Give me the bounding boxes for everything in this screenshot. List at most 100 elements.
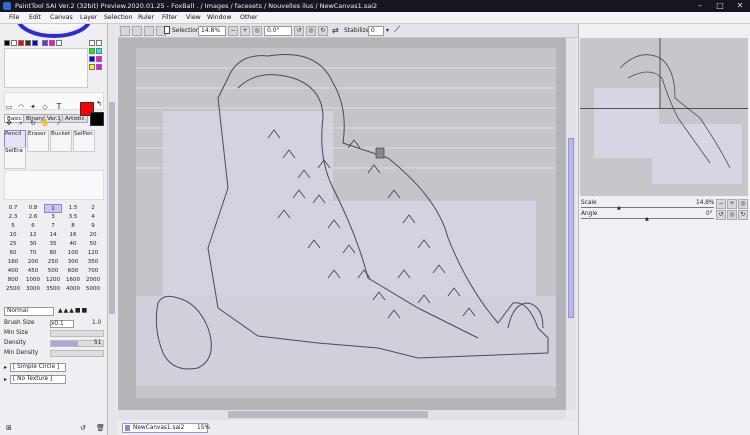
brush-size-option[interactable]: 100 bbox=[64, 249, 82, 258]
brush-size-option[interactable]: 600 bbox=[64, 267, 82, 276]
brush-slot-eraser[interactable]: Eraser bbox=[27, 130, 49, 152]
brush-size-option[interactable]: 200 bbox=[24, 258, 42, 267]
navigator-preview[interactable] bbox=[580, 38, 748, 196]
brush-size-option[interactable]: 4000 bbox=[64, 285, 82, 294]
brush-size-option[interactable]: 2500 bbox=[4, 285, 22, 294]
deselect-button[interactable] bbox=[144, 26, 154, 36]
brush-size-option[interactable]: 700 bbox=[84, 267, 102, 276]
palette-swatch-15[interactable] bbox=[96, 64, 102, 70]
angle-reset-button[interactable]: ◎ bbox=[727, 210, 737, 220]
palette-swatch-14[interactable] bbox=[89, 64, 95, 70]
brush-size-option[interactable]: 25 bbox=[4, 240, 22, 249]
brush-size-option[interactable]: 6 bbox=[24, 222, 42, 231]
reset-icon[interactable]: ↺ bbox=[80, 424, 86, 432]
min-density-slider[interactable] bbox=[50, 350, 104, 357]
brush-size-option[interactable]: 350 bbox=[84, 258, 102, 267]
brush-size-option[interactable]: 0.7 bbox=[4, 204, 22, 213]
menu-ruler[interactable]: Ruler bbox=[138, 14, 154, 21]
canvas-vscroll-thumb[interactable] bbox=[568, 138, 574, 318]
blend-mode-select[interactable]: Normal bbox=[4, 307, 54, 316]
zoom-input[interactable]: 14.8% bbox=[198, 26, 226, 36]
rotate-tool-icon[interactable]: ↻ bbox=[28, 118, 38, 128]
eyedropper-icon[interactable]: ⁄ bbox=[54, 118, 64, 128]
menu-window[interactable]: Window bbox=[207, 14, 231, 21]
brush-texture-select[interactable]: [ No Texture ] bbox=[10, 375, 66, 384]
scale-slider-thumb[interactable]: ▲ bbox=[617, 205, 621, 211]
brush-slot-area[interactable] bbox=[4, 170, 104, 200]
swap-colors-icon[interactable]: ↰ bbox=[96, 100, 102, 108]
angle-input[interactable]: 0.0° bbox=[264, 26, 292, 36]
canvas-vertical-scrollbar[interactable] bbox=[566, 38, 576, 410]
min-size-slider[interactable] bbox=[50, 330, 104, 337]
brush-size-option[interactable]: 20 bbox=[84, 231, 102, 240]
palette-grid[interactable] bbox=[4, 48, 88, 88]
brush-slot-bucket[interactable]: Bucket bbox=[50, 130, 72, 152]
brush-size-option[interactable]: 50 bbox=[84, 240, 102, 249]
rotate-right-button[interactable]: ↻ bbox=[318, 26, 328, 36]
canvas-drawing[interactable] bbox=[118, 38, 566, 410]
brush-size-option[interactable]: 35 bbox=[44, 240, 62, 249]
menu-layer[interactable]: Layer bbox=[80, 14, 97, 21]
menu-view[interactable]: View bbox=[186, 14, 201, 21]
palette-swatch-7[interactable] bbox=[56, 40, 62, 46]
delete-brush-icon[interactable]: 🗑 bbox=[96, 424, 105, 432]
flip-icon[interactable]: ⇄ bbox=[332, 26, 339, 35]
expand-texture-icon[interactable]: ▸ bbox=[4, 376, 7, 383]
brush-size-option[interactable]: 2.6 bbox=[24, 213, 42, 222]
brush-size-option[interactable]: 5000 bbox=[84, 285, 102, 294]
brush-size-option[interactable]: 300 bbox=[64, 258, 82, 267]
brush-slot-selpen[interactable]: SelPen bbox=[73, 130, 95, 152]
brush-size-option[interactable]: 5 bbox=[4, 222, 22, 231]
menu-filter[interactable]: Filter bbox=[162, 14, 177, 21]
stabilizer-dropdown-icon[interactable]: ▾ bbox=[386, 27, 389, 34]
brush-size-option[interactable]: 14 bbox=[44, 231, 62, 240]
pen-line-icon[interactable]: ⟋ bbox=[394, 25, 400, 35]
zoom-out-button[interactable]: − bbox=[228, 26, 238, 36]
brush-size-option[interactable]: 10 bbox=[4, 231, 22, 240]
brush-size-option[interactable]: 30 bbox=[24, 240, 42, 249]
palette-swatch-12[interactable] bbox=[89, 56, 95, 62]
angle-rotate-right-button[interactable]: ↻ bbox=[738, 210, 748, 220]
brush-size-option[interactable]: 1000 bbox=[24, 276, 42, 285]
undo-button[interactable] bbox=[120, 26, 130, 36]
brush-size-option[interactable]: 1600 bbox=[64, 276, 82, 285]
brush-size-option[interactable]: 70 bbox=[24, 249, 42, 258]
palette-swatch-13[interactable] bbox=[96, 56, 102, 62]
brush-size-option[interactable]: 80 bbox=[44, 249, 62, 258]
lasso-icon[interactable]: ◠ bbox=[16, 102, 26, 112]
brush-size-option[interactable]: 9 bbox=[84, 222, 102, 231]
brush-size-option[interactable]: 3.5 bbox=[64, 213, 82, 222]
brush-size-option[interactable]: 120 bbox=[84, 249, 102, 258]
brush-size-option[interactable]: 3500 bbox=[44, 285, 62, 294]
brush-size-option[interactable]: 160 bbox=[4, 258, 22, 267]
menu-other[interactable]: Other bbox=[240, 14, 258, 21]
secondary-color[interactable] bbox=[90, 112, 104, 126]
rotate-left-button[interactable]: ↺ bbox=[294, 26, 304, 36]
maximize-button[interactable]: □ bbox=[710, 0, 730, 12]
palette-swatch-1[interactable] bbox=[11, 40, 17, 46]
brush-size-option[interactable]: 3 bbox=[44, 213, 62, 222]
scale-slider[interactable] bbox=[581, 207, 714, 208]
brush-size-option[interactable]: 2000 bbox=[84, 276, 102, 285]
menu-edit[interactable]: Edit bbox=[29, 14, 41, 21]
rotate-reset-button[interactable]: ◎ bbox=[306, 26, 316, 36]
close-button[interactable]: ✕ bbox=[730, 0, 750, 12]
brush-size-option[interactable]: 12 bbox=[24, 231, 42, 240]
move-icon[interactable]: ✥ bbox=[4, 118, 14, 128]
brush-size-option[interactable]: 1.5 bbox=[64, 204, 82, 213]
brush-size-option[interactable]: 1200 bbox=[44, 276, 62, 285]
canvas-horizontal-scrollbar[interactable] bbox=[118, 410, 566, 420]
menu-selection[interactable]: Selection bbox=[104, 14, 133, 21]
palette-swatch-10[interactable] bbox=[89, 48, 95, 54]
brush-size-option[interactable]: 1 bbox=[44, 204, 62, 213]
shape-icon[interactable]: ◇ bbox=[40, 102, 50, 112]
palette-swatch-8[interactable] bbox=[89, 40, 95, 46]
brush-size-option[interactable]: 500 bbox=[44, 267, 62, 276]
zoom-tool-icon[interactable]: ⌕ bbox=[16, 118, 26, 128]
new-brush-icon[interactable]: ⊞ bbox=[6, 424, 12, 432]
tool-panel-scroll-thumb[interactable] bbox=[109, 102, 115, 314]
canvas-area[interactable] bbox=[118, 38, 566, 410]
canvas-hscroll-thumb[interactable] bbox=[228, 411, 428, 418]
brush-size-option[interactable]: 0.8 bbox=[24, 204, 42, 213]
brush-size-option[interactable]: 450 bbox=[24, 267, 42, 276]
